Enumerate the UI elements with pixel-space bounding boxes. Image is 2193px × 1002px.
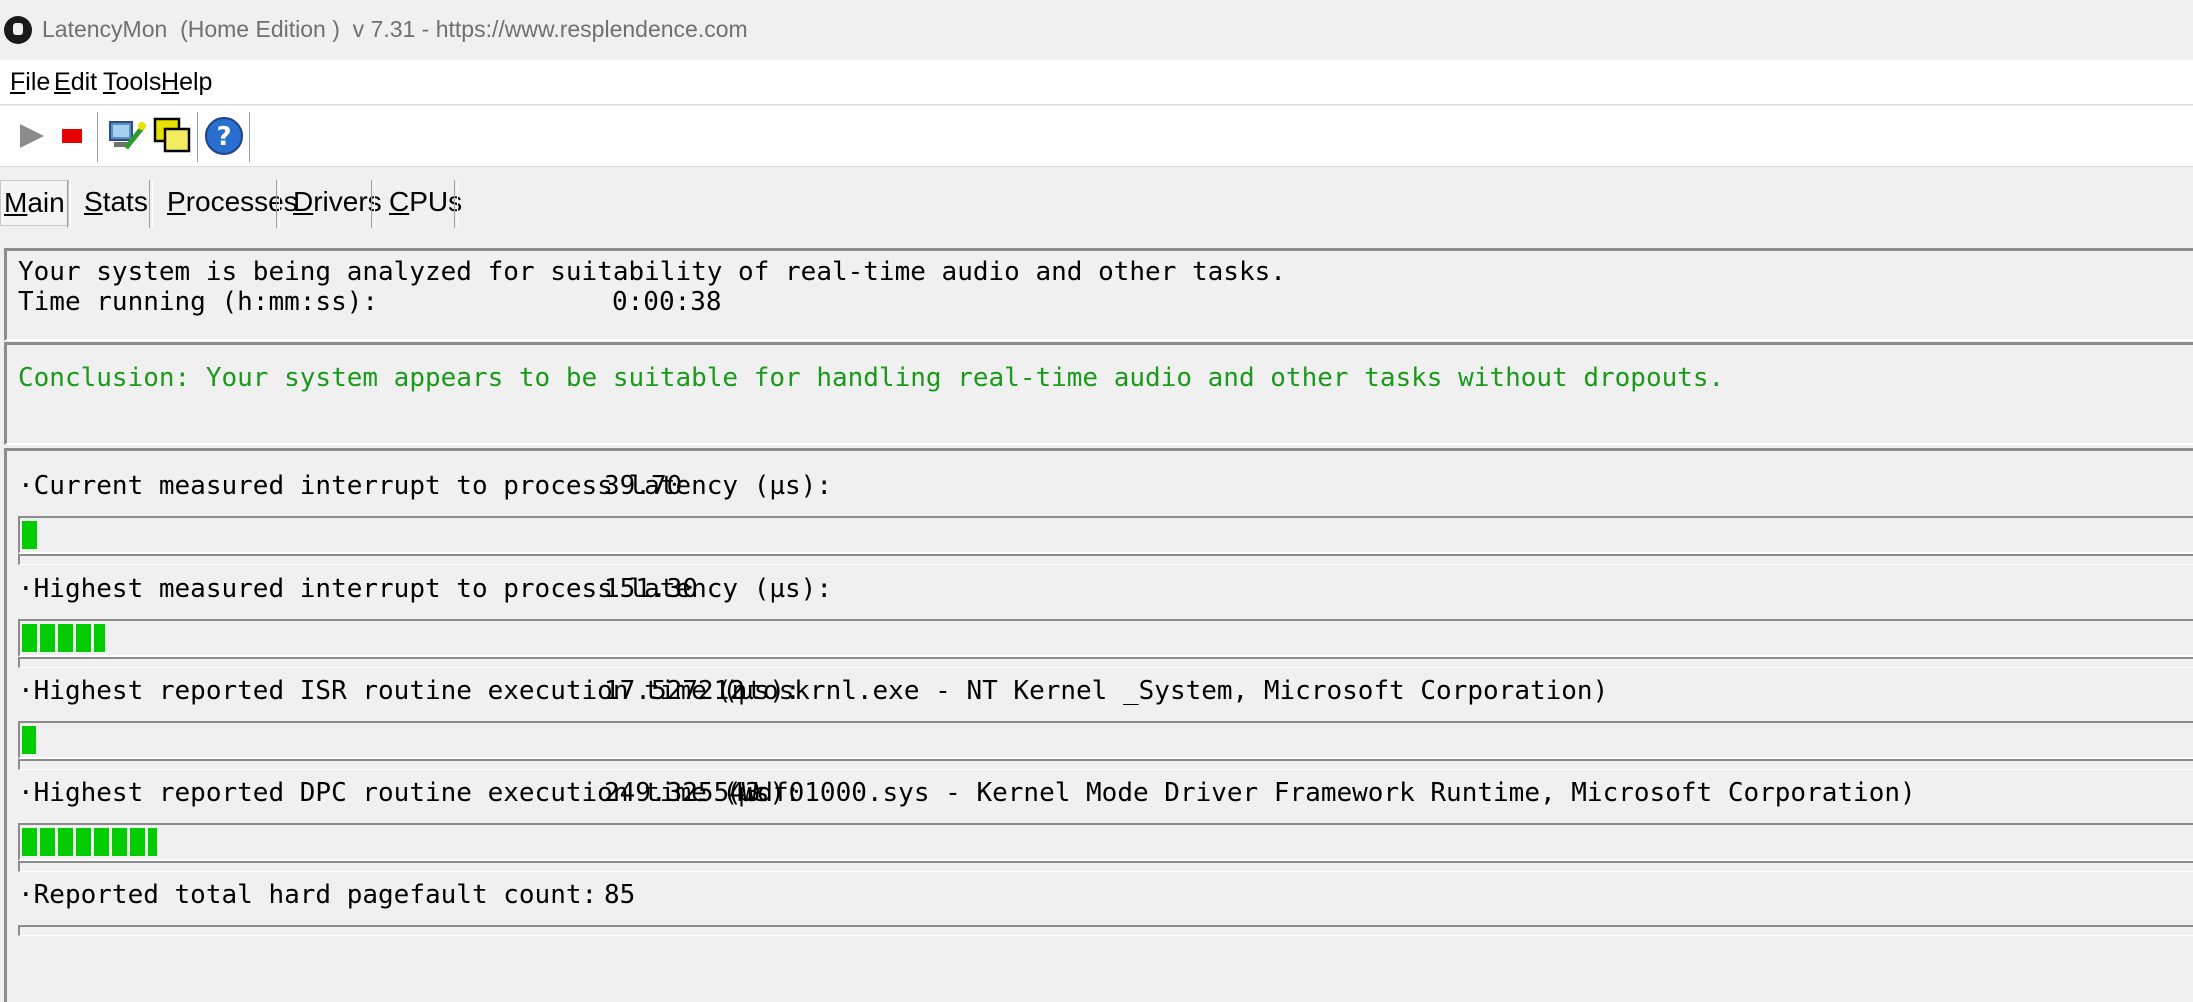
stop-button[interactable] [50,114,94,158]
tab-main-rest: ain [27,187,65,218]
menu-help-mnemonic: H [161,68,180,96]
menu-edit-mnemonic: E [54,68,71,96]
window-title: LatencyMon (Home Edition ) v 7.31 - http… [42,16,748,42]
tab-separator [454,180,458,228]
switch-window-button[interactable] [150,114,194,158]
metric-divider [18,759,2193,770]
metric-label: ·Current measured interrupt to process l… [18,471,832,501]
progress-fill [22,624,105,652]
svg-text:?: ? [216,122,231,152]
tab-stats-mnemonic: S [84,186,103,217]
metric-progress-bar [18,516,2193,554]
latencymon-app-icon [4,16,32,44]
analyze-system-button[interactable] [104,114,148,158]
tab-cpus[interactable]: CPUs [389,180,462,224]
metric-detail: (ntoskrnl.exe - NT Kernel _System, Micro… [716,676,1609,706]
status-panel: Your system is being analyzed for suitab… [4,248,2193,341]
metric-value: 151.30 [604,574,698,604]
tab-main-mnemonic: M [4,187,28,218]
metric-detail: (Wdf01000.sys - Kernel Mode Driver Frame… [726,778,1916,808]
metric-progress-bar [18,721,2193,759]
menu-tools[interactable]: Tools [103,68,161,97]
latencymon-window: LatencyMon (Home Edition ) v 7.31 - http… [0,0,2193,1002]
metric-divider [18,925,2193,936]
menu-edit-rest: dit [70,68,98,96]
title-bar[interactable]: LatencyMon (Home Edition ) v 7.31 - http… [0,0,2193,60]
metric-progress-bar [18,619,2193,657]
metric-label: ·Reported total hard pagefault count: [18,880,598,910]
time-running-value: 0:00:38 [612,287,722,317]
analysis-status-text: Your system is being analyzed for suitab… [18,257,1286,287]
menu-help[interactable]: Help [161,68,212,97]
tab-drivers-mnemonic: D [293,186,314,217]
toolbar-separator [249,112,253,162]
metric-divider [18,861,2193,872]
tab-bar: Main Stats Processes Drivers CPUs [0,168,2193,234]
conclusion-panel: Conclusion: Your system appears to be su… [4,342,2193,445]
computer-wand-icon [109,121,146,150]
menu-edit[interactable]: Edit [54,68,97,97]
metric-value: 85 [604,880,636,910]
tab-drivers[interactable]: Drivers [293,180,382,224]
start-button[interactable] [10,114,54,158]
windows-icon [153,117,191,153]
stop-icon [62,129,82,143]
tab-cpus-mnemonic: C [389,186,410,217]
menu-file[interactable]: File [10,68,50,97]
metric-label: ·Highest measured interrupt to process l… [18,574,832,604]
toolbar-separator [197,112,201,162]
progress-fill [22,828,157,856]
play-icon [20,124,44,148]
progress-fill [22,521,39,549]
menu-help-rest: elp [179,68,213,96]
conclusion-text: Conclusion: Your system appears to be su… [18,363,1725,393]
menu-tools-mnemonic: T [103,68,116,96]
tab-processes-mnemonic: P [167,186,186,217]
tab-stats-rest: tats [102,186,148,217]
time-running-label: Time running (h:mm:ss): [18,287,379,317]
toolbar-separator [97,112,101,162]
tab-separator [371,180,375,228]
metrics-panel: ·Current measured interrupt to process l… [4,448,2193,1002]
tab-separator [149,180,153,228]
tab-processes-rest: rocesses [185,186,298,217]
menu-tools-rest: ools [115,68,162,96]
metric-divider [18,657,2193,668]
tab-separator [67,180,71,228]
metric-divider [18,554,2193,565]
metric-progress-bar [18,823,2193,861]
tab-stats[interactable]: Stats [84,180,148,224]
menu-bar: File Edit Tools Help [0,60,2193,105]
menu-file-mnemonic: F [10,68,26,96]
metric-value: 39.70 [604,471,683,501]
tab-separator [276,180,280,228]
help-button[interactable]: ? [202,114,246,158]
help-icon: ? [205,117,243,155]
progress-fill [22,726,36,754]
toolbar: ? [0,106,2193,167]
tab-main[interactable]: Main [0,180,69,226]
menu-file-rest: ile [25,68,51,96]
